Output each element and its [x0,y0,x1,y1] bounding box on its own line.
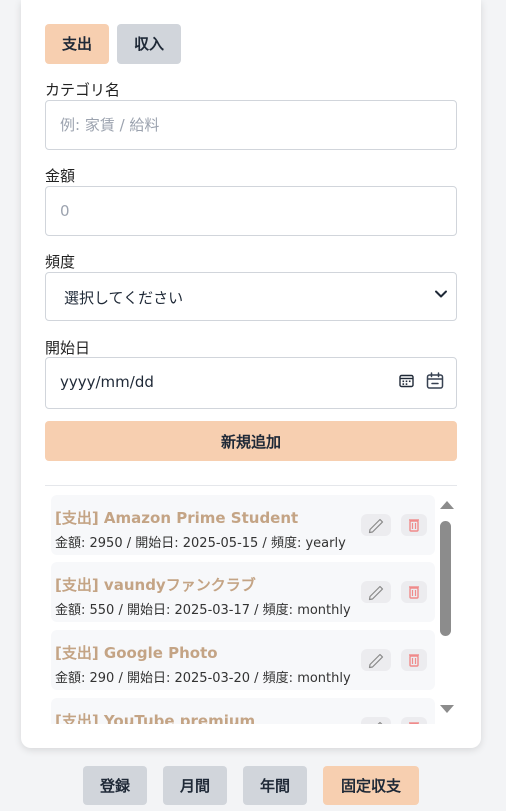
trash-icon [409,722,419,724]
pencil-icon [368,518,384,534]
amount-label: 金額 [45,167,76,185]
trash-icon [409,586,419,599]
scroll-up-arrow-icon[interactable] [439,499,455,511]
start-date-label: 開始日 [45,339,91,357]
delete-button[interactable] [401,649,427,671]
start-date-field[interactable]: yyyy/mm/dd [45,357,457,409]
edit-button[interactable] [361,717,391,724]
trash-icon [409,519,419,532]
list-item: [支出] vaundyファンクラブ 金額: 550 / 開始日: 2025-03… [51,562,435,622]
entry-title: [支出] YouTube premium [55,712,256,724]
frequency-label: 頻度 [45,253,76,271]
edit-button[interactable] [361,581,391,603]
edit-button[interactable] [361,649,391,671]
nav-fixed-button[interactable]: 固定収支 [323,766,419,805]
amount-field [45,186,457,236]
entry-title: [支出] Amazon Prime Student [55,509,299,527]
nav-register-button[interactable]: 登録 [83,766,147,805]
entry-detail: 金額: 2950 / 開始日: 2025-05-15 / 頻度: yearly [55,536,346,551]
fixed-income-expense-panel: 支出 収入 カテゴリ名 金額 頻度 選択してください 開始日 yyyy/mm/d… [21,0,481,748]
entry-list[interactable]: [支出] Amazon Prime Student 金額: 2950 / 開始日… [45,491,435,724]
category-label: カテゴリ名 [45,81,121,99]
divider [45,485,457,486]
list-item: [支出] Google Photo 金額: 290 / 開始日: 2025-03… [51,630,435,690]
nav-monthly-button[interactable]: 月間 [163,766,227,805]
scrollbar-thumb[interactable] [440,521,451,636]
add-entry-button[interactable]: 新規追加 [45,421,457,461]
bottom-nav: 登録 月間 年間 固定収支 [83,766,419,805]
nav-yearly-button[interactable]: 年間 [243,766,307,805]
entry-title: [支出] vaundyファンクラブ [55,576,256,594]
edit-button[interactable] [361,514,391,536]
delete-button[interactable] [401,717,427,724]
type-tabs: 支出 収入 [45,24,182,64]
pencil-icon [377,721,383,724]
start-date-placeholder: yyyy/mm/dd [60,373,154,391]
tab-expense[interactable]: 支出 [45,24,110,64]
pencil-icon [368,585,384,601]
scroll-down-arrow-icon[interactable] [439,703,455,715]
list-item: [支出] YouTube premium [51,698,435,724]
entry-detail: 金額: 550 / 開始日: 2025-03-17 / 頻度: monthly [55,603,351,618]
entry-title: [支出] Google Photo [55,644,218,662]
list-item: [支出] Amazon Prime Student 金額: 2950 / 開始日… [51,495,435,555]
calendar-icon[interactable] [399,374,414,388]
category-field [45,100,457,150]
delete-button[interactable] [401,514,427,536]
tab-income[interactable]: 収入 [117,24,182,64]
trash-icon [409,654,419,667]
entry-detail: 金額: 290 / 開始日: 2025-03-20 / 頻度: monthly [55,671,351,686]
frequency-selected-value: 選択してください [64,289,184,307]
frequency-select[interactable]: 選択してください [45,272,457,321]
delete-button[interactable] [401,581,427,603]
pencil-icon [368,653,384,669]
category-input[interactable] [46,101,456,149]
calendar-picker-icon[interactable] [426,372,444,390]
chevron-down-icon [435,290,447,298]
amount-input[interactable] [46,187,456,235]
